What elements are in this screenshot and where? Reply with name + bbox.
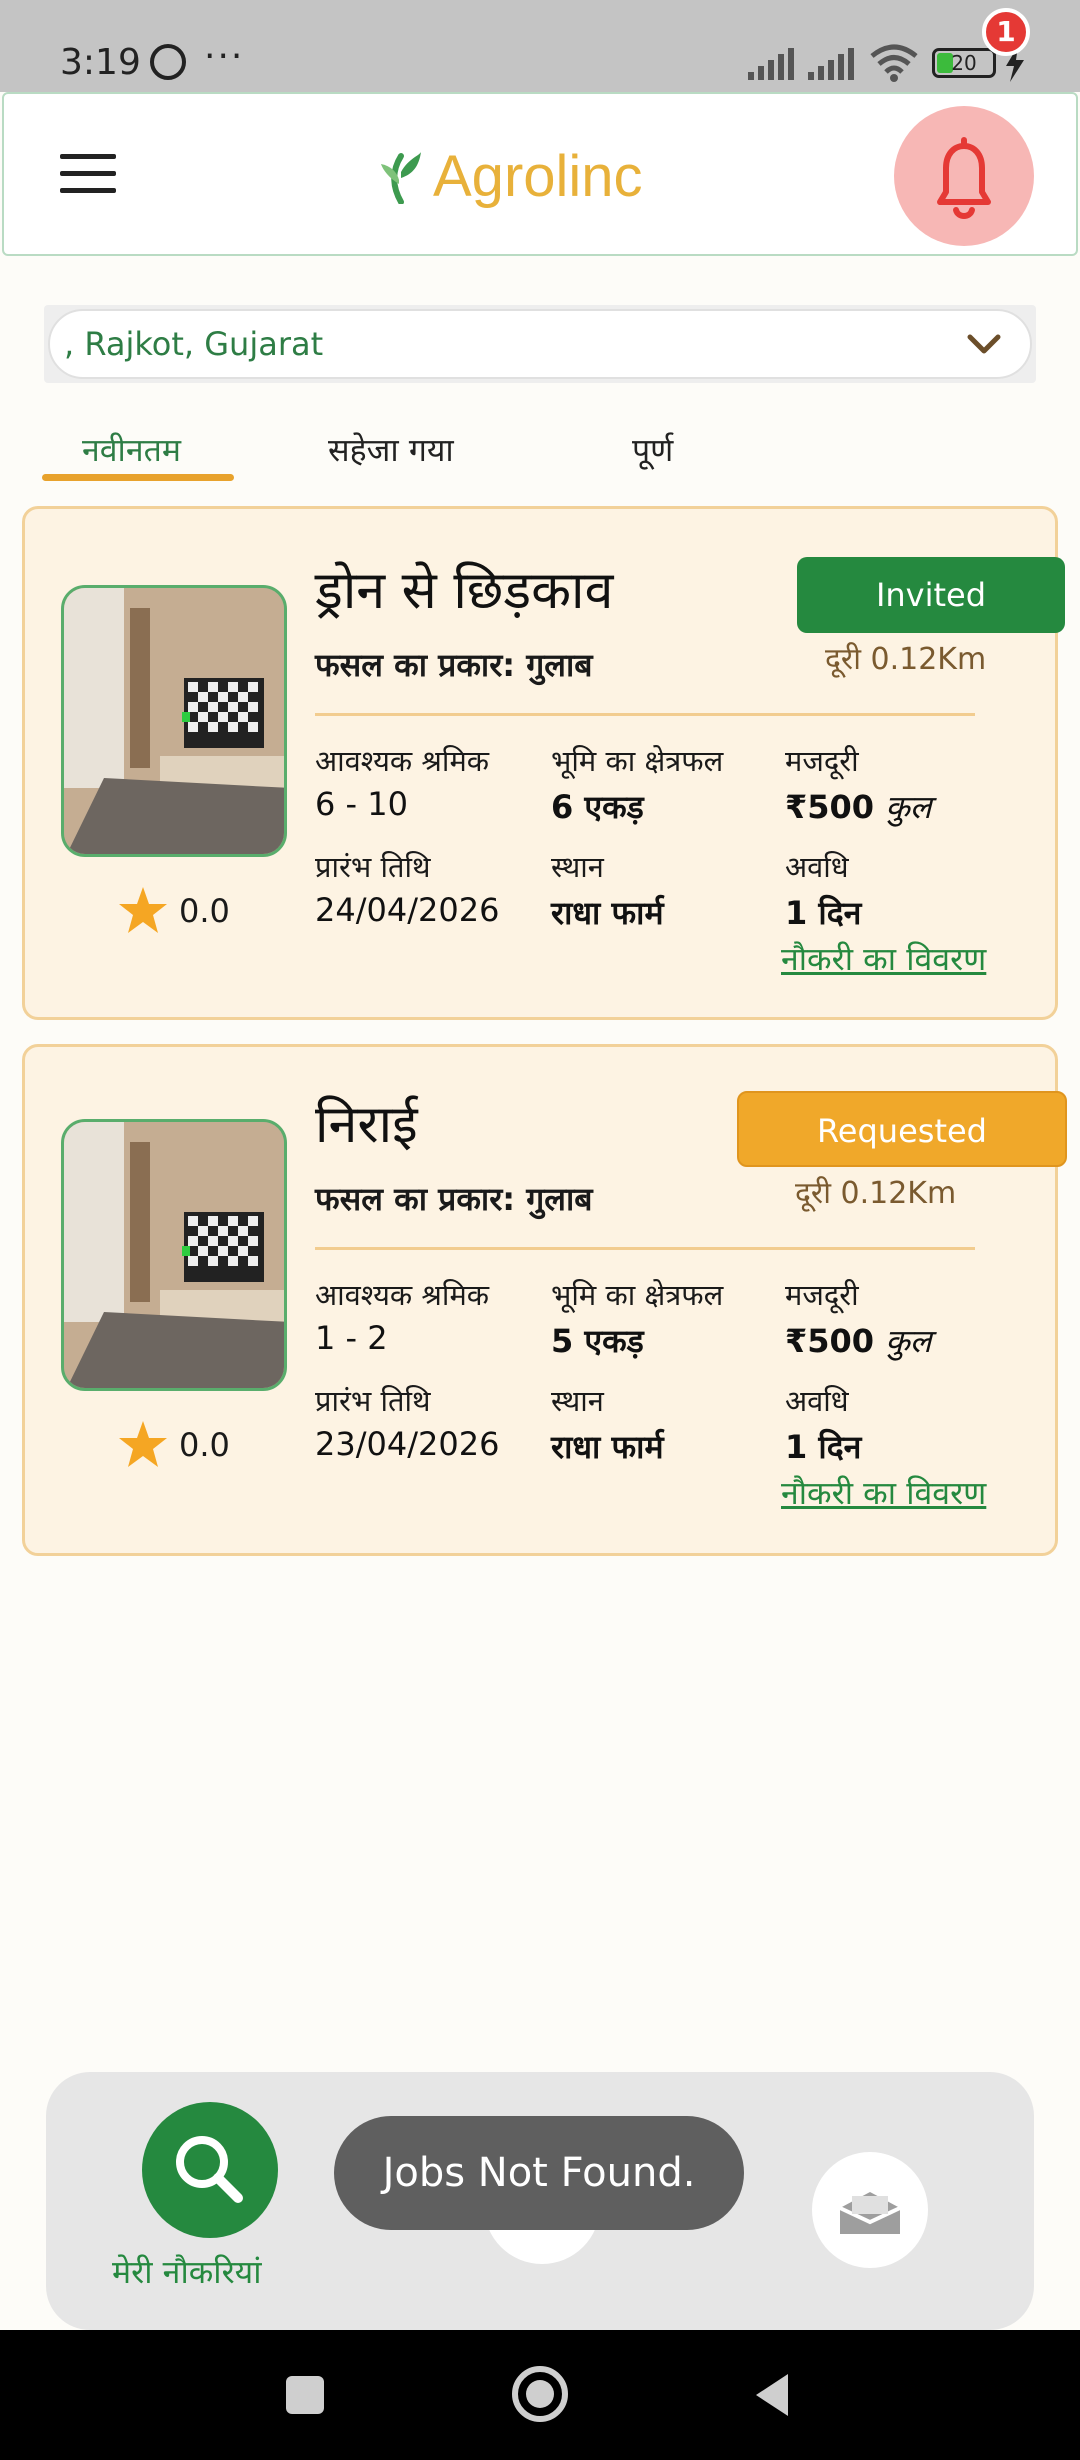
job-rating: 0.0 <box>117 883 257 939</box>
whatsapp-icon <box>150 44 186 80</box>
status-button[interactable]: Invited <box>797 557 1065 633</box>
star-icon <box>119 887 167 933</box>
wage-label: मजदूरी <box>785 744 859 778</box>
job-title: निराई <box>315 1095 418 1155</box>
place-label: स्थान <box>551 850 604 884</box>
location-selector-wrapper: , Rajkot, Gujarat <box>44 305 1036 383</box>
wage-unit: कुल <box>885 1322 932 1360</box>
job-card[interactable]: 0.0 निराई फसल का प्रकार: गुलाब Requested… <box>22 1044 1067 1556</box>
place-value: राधा फार्म <box>551 894 664 932</box>
rating-value: 0.0 <box>179 1426 230 1464</box>
signal-icon <box>748 48 794 80</box>
start-date-label: प्रारंभ तिथि <box>315 1384 431 1418</box>
wage-unit: कुल <box>885 788 932 826</box>
signal-icon <box>808 48 854 80</box>
wage-amount: ₹500 <box>785 1322 875 1360</box>
notifications-button[interactable] <box>894 106 1034 246</box>
job-image <box>61 1119 287 1391</box>
area-value: 6 एकड़ <box>551 788 644 826</box>
distance: दूरी 0.12Km <box>825 642 987 677</box>
chevron-down-icon <box>967 334 1001 354</box>
duration-value: 1 दिन <box>785 1428 862 1466</box>
area-label: भूमि का क्षेत्रफल <box>551 744 724 778</box>
workers-label: आवश्यक श्रमिक <box>315 744 490 778</box>
status-button[interactable]: Requested <box>737 1091 1067 1167</box>
workers-value: 1 - 2 <box>315 1319 388 1357</box>
search-button[interactable] <box>142 2102 278 2238</box>
place-value: राधा फार्म <box>551 1428 664 1466</box>
workers-label: आवश्यक श्रमिक <box>315 1278 490 1312</box>
notification-badge: 1 <box>982 8 1030 56</box>
nav-item-inbox[interactable] <box>812 2152 928 2268</box>
battery-level: 20 <box>951 51 977 75</box>
tab-completed[interactable]: पूर्ण <box>632 428 673 471</box>
area-label: भूमि का क्षेत्रफल <box>551 1278 724 1312</box>
app-header: Agrolinc <box>2 92 1078 256</box>
workers-value: 6 - 10 <box>315 785 408 823</box>
wage-label: मजदूरी <box>785 1278 859 1312</box>
nav-label-my-jobs[interactable]: मेरी नौकरियां <box>112 2250 262 2293</box>
start-date-value: 24/04/2026 <box>315 891 500 929</box>
status-time: 3:19 <box>60 42 141 83</box>
rating-value: 0.0 <box>179 892 230 930</box>
duration-label: अवधि <box>785 1384 849 1418</box>
more-notifications-icon: ··· <box>204 36 245 77</box>
area-value: 5 एकड़ <box>551 1322 644 1360</box>
crop-type: फसल का प्रकार: गुलाब <box>315 1180 593 1218</box>
job-title: ड्रोन से छिड़काव <box>315 561 614 621</box>
job-details-link[interactable]: नौकरी का विवरण <box>781 937 986 980</box>
wage-value: ₹500 कुल <box>785 785 931 828</box>
wage-amount: ₹500 <box>785 788 875 826</box>
toast-message: Jobs Not Found. <box>334 2116 744 2230</box>
distance: दूरी 0.12Km <box>795 1176 957 1211</box>
location-dropdown[interactable]: , Rajkot, Gujarat <box>48 309 1032 379</box>
crop-type: फसल का प्रकार: गुलाब <box>315 646 593 684</box>
job-image <box>61 585 287 857</box>
duration-label: अवधि <box>785 850 849 884</box>
inbox-icon <box>839 2192 901 2234</box>
wage-value: ₹500 कुल <box>785 1319 931 1362</box>
job-card[interactable]: 0.0 ड्रोन से छिड़काव फसल का प्रकार: गुला… <box>22 506 1065 1020</box>
start-date-value: 23/04/2026 <box>315 1425 500 1463</box>
tab-latest[interactable]: नवीनतम <box>82 428 181 471</box>
home-icon <box>526 2380 554 2408</box>
location-value: , Rajkot, Gujarat <box>64 325 324 363</box>
duration-value: 1 दिन <box>785 894 862 932</box>
status-bar: 3:19 ··· 20 <box>0 0 1080 92</box>
start-date-label: प्रारंभ तिथि <box>315 850 431 884</box>
star-icon <box>119 1421 167 1467</box>
recent-apps-button[interactable] <box>286 2376 324 2414</box>
job-rating: 0.0 <box>117 1417 257 1473</box>
logo-leaf-icon <box>381 152 421 204</box>
job-details-link[interactable]: नौकरी का विवरण <box>781 1471 986 1514</box>
divider <box>315 713 975 716</box>
battery-icon: 20 <box>932 48 996 78</box>
bell-icon <box>937 137 991 219</box>
app-name: Agrolinc <box>433 143 643 209</box>
active-tab-indicator <box>42 474 234 481</box>
back-button[interactable] <box>752 2372 792 2418</box>
divider <box>315 1247 975 1250</box>
app-logo: Agrolinc <box>379 143 643 209</box>
place-label: स्थान <box>551 1384 604 1418</box>
tab-saved[interactable]: सहेजा गया <box>328 428 454 471</box>
wifi-icon <box>870 44 918 82</box>
search-icon <box>176 2136 243 2203</box>
menu-icon[interactable] <box>60 154 116 198</box>
